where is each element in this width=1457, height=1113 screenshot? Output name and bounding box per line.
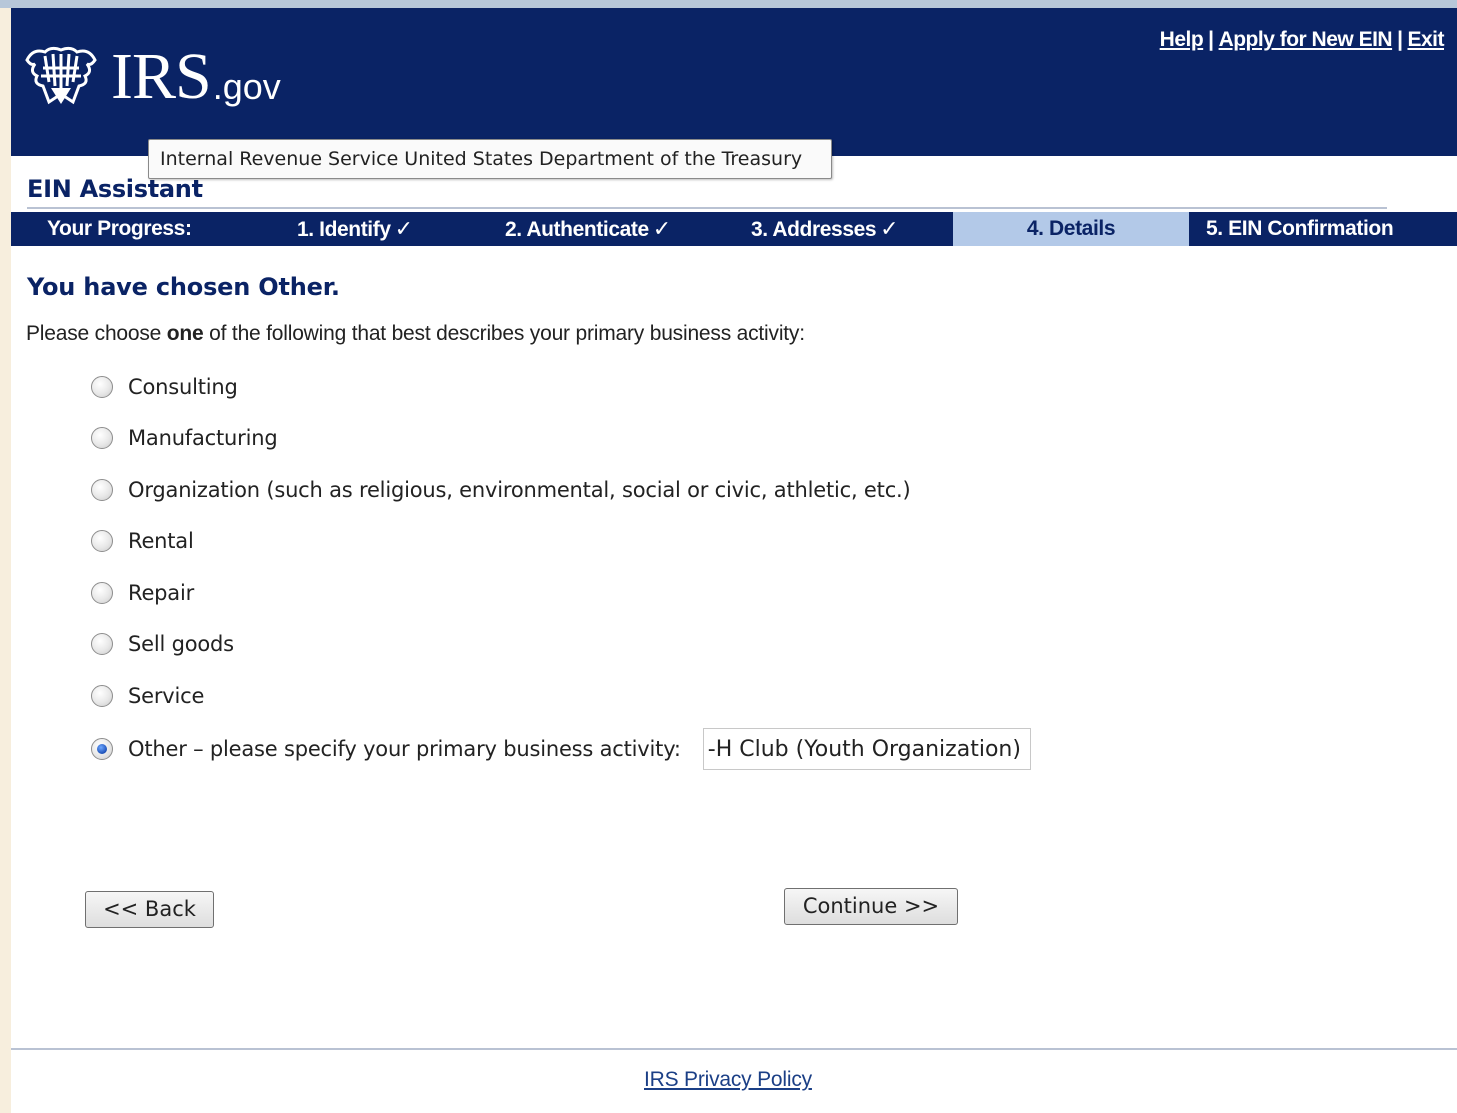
checkmark-icon: ✓ [394, 216, 413, 241]
step-label: 1. Identify [297, 218, 391, 241]
apply-new-ein-link[interactable]: Apply for New EIN [1219, 28, 1393, 51]
radio-button[interactable] [91, 685, 113, 707]
progress-step-identify: 1. Identify ✓ [297, 212, 413, 246]
option-label: Service [128, 684, 205, 708]
step-label: 3. Addresses [751, 218, 877, 241]
option-service[interactable]: Service [91, 681, 204, 711]
section-heading: You have chosen Other. [27, 273, 340, 301]
top-strip [0, 0, 1457, 8]
progress-step-authenticate: 2. Authenticate ✓ [505, 212, 671, 246]
privacy-policy-link[interactable]: IRS Privacy Policy [644, 1068, 812, 1092]
help-link[interactable]: Help [1160, 28, 1204, 51]
progress-step-ein-confirmation: 5. EIN Confirmation [1206, 212, 1394, 246]
option-label: Consulting [128, 375, 238, 399]
instruction-emphasis: one [166, 322, 204, 345]
checkmark-icon: ✓ [880, 216, 899, 241]
progress-step-addresses: 3. Addresses ✓ [751, 212, 899, 246]
other-activity-input[interactable] [702, 728, 1031, 770]
eagle-emblem-icon [25, 46, 97, 105]
radio-button[interactable] [91, 479, 113, 501]
progress-bar: Your Progress: 1. Identify ✓ 2. Authentic… [11, 212, 1457, 246]
option-label: Sell goods [128, 632, 234, 656]
option-manufacturing[interactable]: Manufacturing [91, 423, 278, 453]
instructions: Please choose one of the following that … [26, 322, 805, 346]
option-organization[interactable]: Organization (such as religious, environ… [91, 475, 911, 505]
option-other[interactable]: Other – please specify your primary busi… [91, 728, 1031, 770]
site-header: IRS .gov Help | Apply for New EIN | Exit [11, 8, 1457, 156]
step-label: 4. Details [1026, 217, 1116, 240]
logo-gov-text: .gov [212, 66, 281, 107]
option-label: Rental [128, 529, 194, 553]
option-label: Organization (such as religious, environ… [128, 478, 911, 502]
page: IRS .gov Help | Apply for New EIN | Exit Int… [11, 8, 1457, 1113]
continue-button[interactable]: Continue >> [784, 888, 958, 925]
logo-tooltip: Internal Revenue Service United States D… [148, 139, 832, 179]
divider [27, 207, 1387, 209]
progress-step-details-current: 4. Details [953, 212, 1189, 246]
radio-button[interactable] [91, 582, 113, 604]
link-separator: | [1397, 28, 1403, 51]
option-consulting[interactable]: Consulting [91, 372, 238, 402]
instruction-suffix: of the following that best describes you… [203, 322, 805, 345]
checkmark-icon: ✓ [652, 216, 671, 241]
option-label: Repair [128, 581, 195, 605]
top-links: Help | Apply for New EIN | Exit [1160, 28, 1445, 52]
progress-label: Your Progress: [47, 217, 192, 240]
option-label: Manufacturing [128, 426, 278, 450]
radio-button[interactable] [91, 376, 113, 398]
radio-button[interactable] [91, 633, 113, 655]
option-sell-goods[interactable]: Sell goods [91, 629, 234, 659]
radio-button[interactable] [91, 530, 113, 552]
exit-link[interactable]: Exit [1407, 28, 1444, 51]
option-repair[interactable]: Repair [91, 578, 194, 608]
radio-button-selected[interactable] [91, 738, 113, 760]
step-label: 2. Authenticate [505, 218, 649, 241]
step-label: 5. EIN Confirmation [1206, 217, 1394, 240]
app-title: EIN Assistant [27, 175, 203, 203]
option-rental[interactable]: Rental [91, 526, 194, 556]
footer-divider [11, 1048, 1457, 1050]
irs-logo[interactable]: IRS .gov [21, 36, 281, 113]
option-label: Other – please specify your primary busi… [128, 737, 681, 761]
logo-irs-text: IRS [111, 40, 212, 113]
back-button[interactable]: << Back [85, 891, 214, 928]
instruction-prefix: Please choose [26, 322, 167, 345]
link-separator: | [1208, 28, 1214, 51]
radio-button[interactable] [91, 427, 113, 449]
